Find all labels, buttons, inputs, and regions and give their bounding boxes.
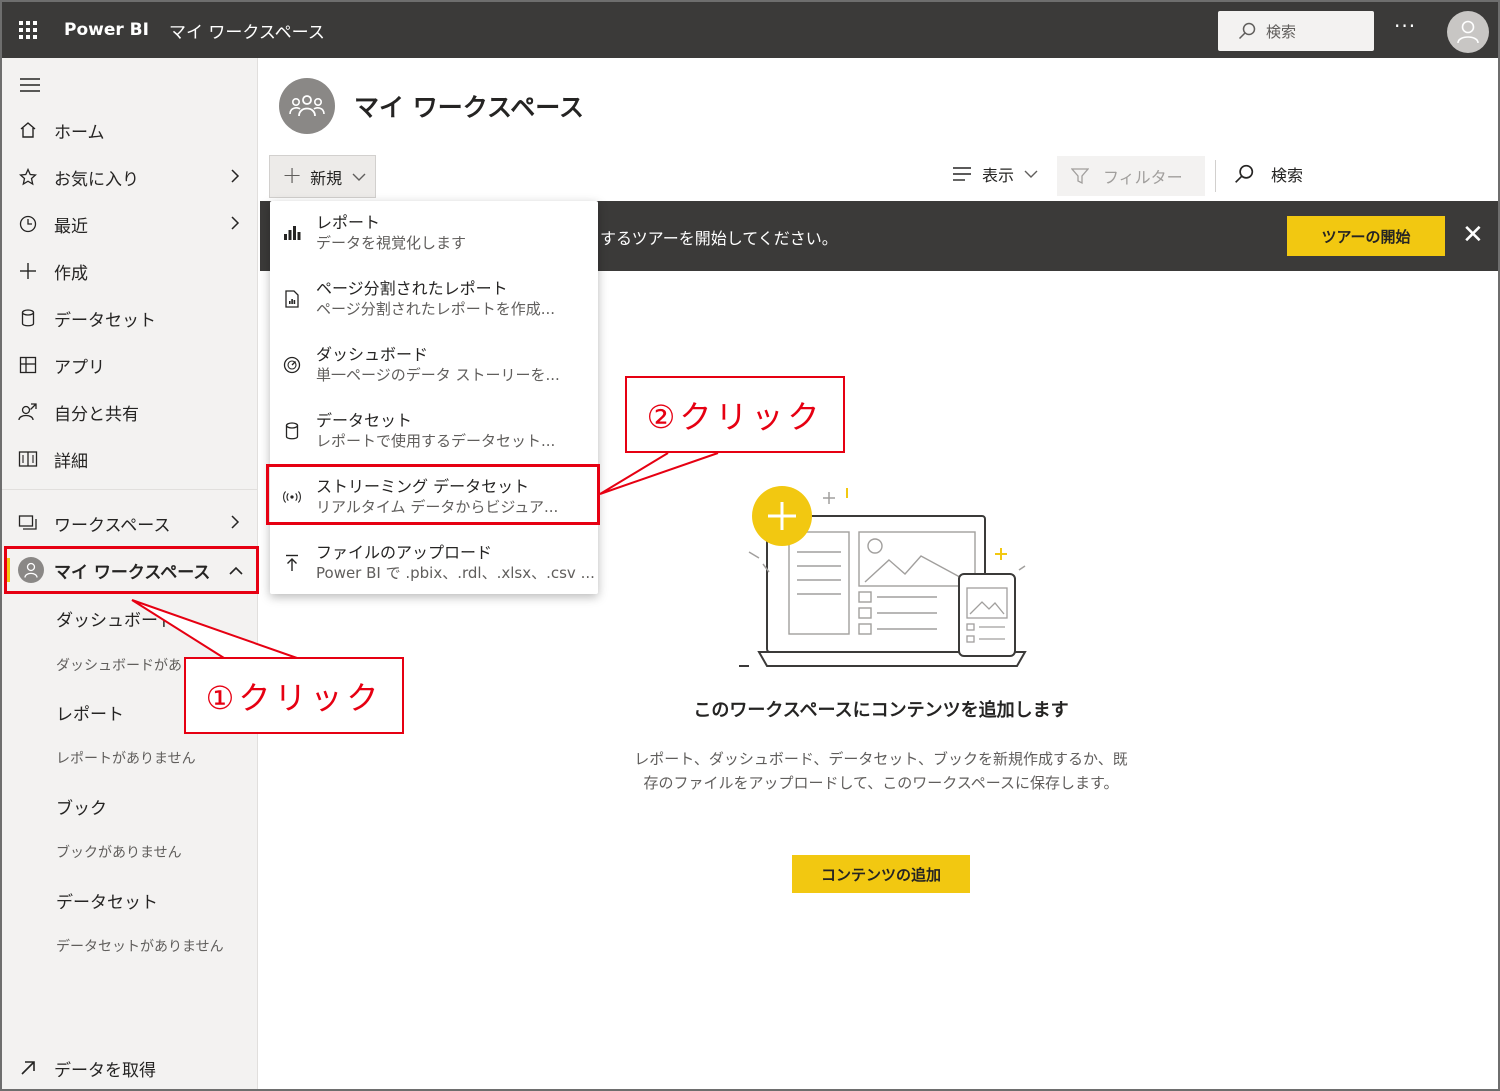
callout-step-1: ①クリック — [184, 657, 404, 734]
highlight-streaming-dataset — [266, 464, 600, 525]
callout-step-2: ②クリック — [625, 376, 845, 453]
app-frame: Power BI マイ ワークスペース 検索 ··· ホーム お気に入り 最近 — [0, 0, 1500, 1091]
highlight-my-workspace — [4, 546, 259, 594]
